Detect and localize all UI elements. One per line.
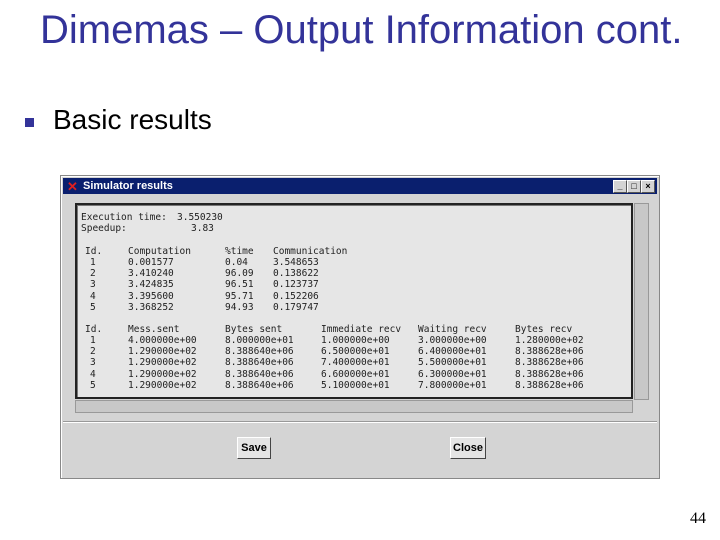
save-button[interactable]: Save bbox=[237, 437, 271, 459]
table-cell: 4.000000e+00 bbox=[128, 335, 197, 346]
table-cell: 0.123737 bbox=[273, 279, 319, 291]
table-cell: 1 bbox=[90, 257, 96, 268]
table-cell: 0.152206 bbox=[273, 290, 319, 302]
table-cell: 3.395600 bbox=[128, 290, 174, 302]
minimize-button[interactable]: _ bbox=[613, 180, 627, 193]
table-cell: 5 bbox=[90, 301, 96, 313]
table-cell: 1.280000e+02 bbox=[515, 335, 584, 346]
table-cell: 95.71 bbox=[225, 290, 254, 302]
table-cell: 3.410240 bbox=[128, 268, 174, 280]
maximize-button[interactable]: □ bbox=[627, 180, 641, 193]
table-cell: 1.290000e+02 bbox=[128, 368, 197, 380]
window-title: Simulator results bbox=[83, 180, 173, 192]
table-cell: 2 bbox=[90, 346, 96, 358]
speedup-value: 3.83 bbox=[191, 223, 214, 234]
column-header: Waiting recv bbox=[418, 324, 487, 335]
table-cell: 6.500000e+01 bbox=[321, 346, 390, 358]
table-cell: 2 bbox=[90, 268, 96, 280]
table-cell: 6.600000e+01 bbox=[321, 368, 390, 380]
table-cell: 8.388628e+06 bbox=[515, 368, 584, 380]
slide-title: Dimemas – Output Information cont. bbox=[40, 8, 683, 52]
speedup-label: Speedup: bbox=[81, 223, 127, 234]
column-header: Bytes sent bbox=[225, 324, 283, 335]
column-header: Id. bbox=[85, 324, 103, 335]
column-header: Mess.sent bbox=[128, 324, 180, 335]
close-window-button[interactable]: × bbox=[641, 180, 655, 193]
table-cell: 96.09 bbox=[225, 268, 254, 280]
table-cell: 5 bbox=[90, 379, 96, 391]
column-header: Id. bbox=[85, 246, 103, 257]
execution-time-value: 3.550230 bbox=[177, 212, 223, 223]
table-cell: 8.388640e+06 bbox=[225, 379, 294, 391]
table-cell: 4 bbox=[90, 368, 96, 380]
table-cell: 8.388640e+06 bbox=[225, 357, 294, 369]
results-text-area[interactable]: Execution time: 3.550230 Speedup: 3.83 I… bbox=[75, 203, 633, 399]
table-cell: 1 bbox=[90, 335, 96, 346]
execution-time-label: Execution time: bbox=[81, 212, 167, 223]
title-bar[interactable]: ✕ Simulator results _ □ × bbox=[63, 178, 657, 194]
divider bbox=[63, 421, 657, 423]
column-header: Immediate recv bbox=[321, 324, 402, 335]
close-button[interactable]: Close bbox=[450, 437, 486, 459]
table-cell: 3.548653 bbox=[273, 257, 319, 268]
table-cell: 3.000000e+00 bbox=[418, 335, 487, 346]
table-cell: 0.179747 bbox=[273, 301, 319, 313]
table-cell: 5.100000e+01 bbox=[321, 379, 390, 391]
table-cell: 1.000000e+00 bbox=[321, 335, 390, 346]
vertical-scrollbar[interactable] bbox=[634, 203, 649, 400]
table-cell: 0.001577 bbox=[128, 257, 174, 268]
table-cell: 5.500000e+01 bbox=[418, 357, 487, 369]
column-header: Communication bbox=[273, 246, 348, 257]
table-cell: 8.000000e+01 bbox=[225, 335, 294, 346]
bullet-text: Basic results bbox=[53, 104, 212, 135]
table-cell: 4 bbox=[90, 290, 96, 302]
column-header: Computation bbox=[128, 246, 191, 257]
table-cell: 8.388640e+06 bbox=[225, 346, 294, 358]
table-cell: 8.388628e+06 bbox=[515, 379, 584, 391]
table-cell: 3.424835 bbox=[128, 279, 174, 291]
table-cell: 1.290000e+02 bbox=[128, 379, 197, 391]
table-cell: 94.93 bbox=[225, 301, 254, 313]
table-cell: 3 bbox=[90, 357, 96, 369]
column-header: Bytes recv bbox=[515, 324, 573, 335]
bullet-icon bbox=[25, 118, 34, 127]
table-cell: 6.400000e+01 bbox=[418, 346, 487, 358]
table-cell: 8.388640e+06 bbox=[225, 368, 294, 380]
table-cell: 7.800000e+01 bbox=[418, 379, 487, 391]
table-cell: 0.04 bbox=[225, 257, 248, 268]
table-cell: 0.138622 bbox=[273, 268, 319, 280]
table-cell: 3.368252 bbox=[128, 301, 174, 313]
table-cell: 8.388628e+06 bbox=[515, 346, 584, 358]
table-cell: 1.290000e+02 bbox=[128, 346, 197, 358]
column-header: %time bbox=[225, 246, 254, 257]
table-cell: 8.388628e+06 bbox=[515, 357, 584, 369]
table-cell: 6.300000e+01 bbox=[418, 368, 487, 380]
horizontal-scrollbar[interactable] bbox=[75, 400, 633, 413]
page-number: 44 bbox=[690, 510, 706, 527]
table-cell: 96.51 bbox=[225, 279, 254, 291]
table-cell: 1.290000e+02 bbox=[128, 357, 197, 369]
x-logo-icon: ✕ bbox=[67, 179, 78, 194]
table-cell: 3 bbox=[90, 279, 96, 291]
simulator-results-window: ✕ Simulator results _ □ × Execution time… bbox=[60, 175, 660, 479]
table-cell: 7.400000e+01 bbox=[321, 357, 390, 369]
